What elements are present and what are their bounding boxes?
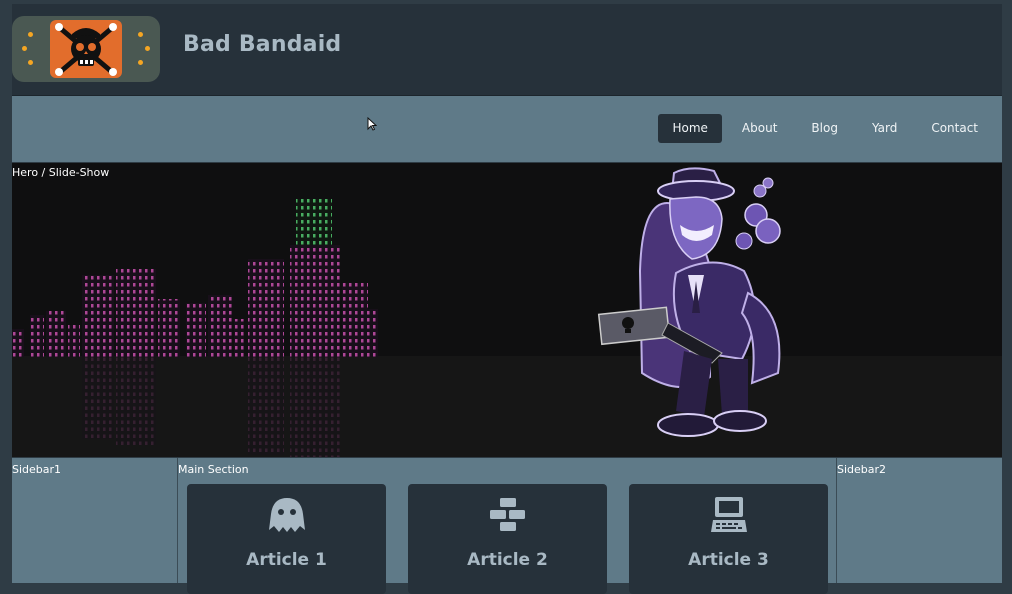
logo-dot	[138, 60, 143, 65]
logo-dot	[22, 46, 27, 51]
city-skyline	[12, 199, 378, 357]
logo-dot	[28, 32, 33, 37]
main-section-label: Main Section	[178, 463, 249, 476]
site-title[interactable]: Bad Bandaid	[183, 32, 341, 57]
gangster-character	[597, 167, 781, 437]
sidebar-left: Sidebar1	[12, 458, 178, 583]
article-title: Article 1	[246, 550, 327, 570]
site-logo[interactable]	[12, 16, 160, 82]
logo-dot	[28, 60, 33, 65]
sidebar-right: Sidebar2	[837, 458, 1002, 583]
article-card-1[interactable]: Article 1	[187, 484, 386, 594]
sidebar1-label: Sidebar1	[12, 463, 62, 476]
article-card-2[interactable]: Article 2	[408, 484, 607, 594]
page-frame: Bad Bandaid Home About Blog Yard Contact	[12, 4, 1002, 594]
nav-contact[interactable]: Contact	[917, 114, 992, 143]
mouse-cursor-icon	[367, 117, 377, 131]
skull-crossbones-bandaid-icon	[50, 20, 122, 78]
hero-image	[12, 167, 781, 457]
article-title: Article 2	[467, 550, 548, 570]
main-nav: Home About Blog Yard Contact	[12, 96, 1002, 162]
article-title: Article 3	[688, 550, 769, 570]
nav-yard[interactable]: Yard	[858, 114, 911, 143]
ghost-icon	[269, 498, 305, 532]
hero-label: Hero / Slide-Show	[12, 166, 110, 179]
site-header: Bad Bandaid	[12, 4, 1002, 96]
hero-slideshow[interactable]: Hero / Slide-Show	[12, 163, 1002, 457]
nav-menu: Home About Blog Yard Contact	[658, 114, 992, 143]
nav-about[interactable]: About	[728, 114, 791, 143]
logo-dot	[138, 32, 143, 37]
bricks-icon	[490, 498, 525, 531]
article-card-3[interactable]: Article 3	[629, 484, 828, 594]
sidebar2-label: Sidebar2	[837, 463, 887, 476]
computer-icon	[711, 497, 747, 532]
content-area: Sidebar1 Main Section Article 1 Article …	[12, 458, 1002, 594]
main-section: Main Section Article 1 Article 2 Article…	[178, 458, 837, 594]
logo-dot	[145, 46, 150, 51]
nav-home[interactable]: Home	[658, 114, 722, 143]
nav-blog[interactable]: Blog	[797, 114, 852, 143]
